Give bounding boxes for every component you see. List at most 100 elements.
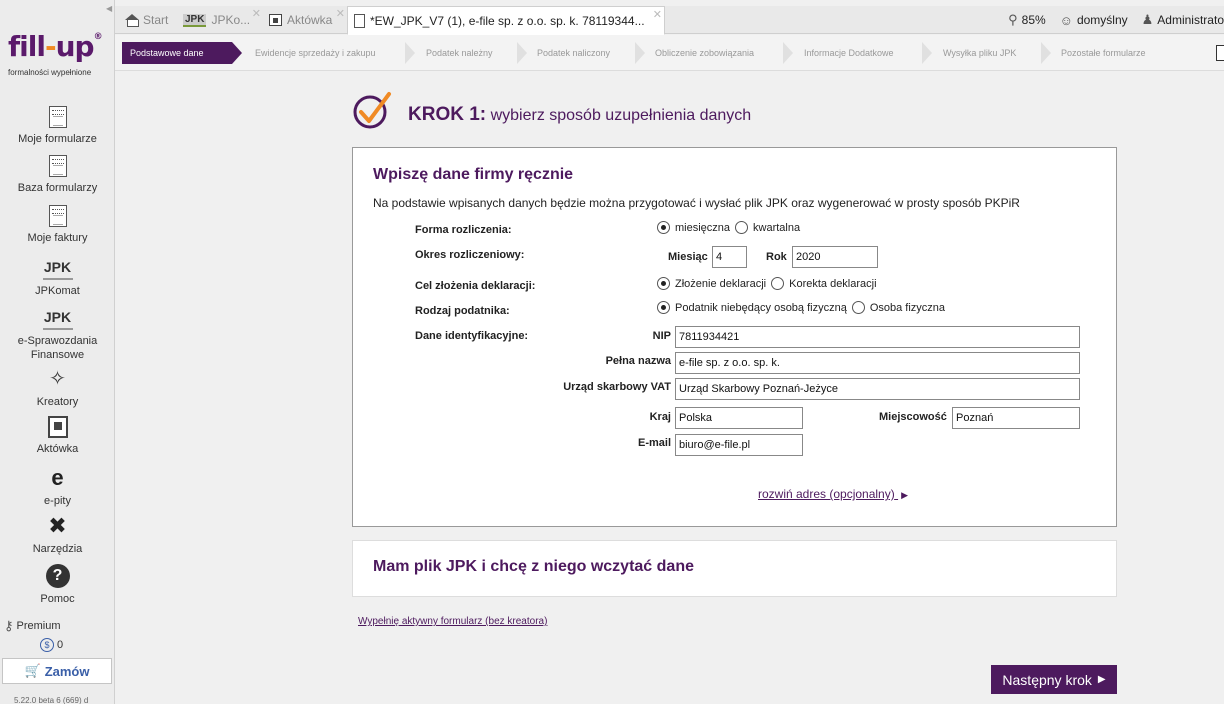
dane-label: Dane identyfikacyjne: xyxy=(415,330,529,342)
miejscowosc-input[interactable]: Poznań xyxy=(952,407,1080,429)
close-tab-icon[interactable]: ✕ xyxy=(653,8,662,21)
okres-label: Okres rozliczeniowy: xyxy=(415,249,525,261)
premium-link[interactable]: ⚷ Premium xyxy=(4,618,61,634)
collapse-sidebar-icon[interactable]: ◀ xyxy=(106,4,112,13)
coin-icon: $ xyxy=(40,638,54,652)
app-version: 5.22.0 beta 6 (669) d xyxy=(14,696,89,704)
coins-balance: $ 0 xyxy=(40,638,63,652)
wand-icon: ✧ xyxy=(49,368,66,390)
sidebar-item-e-sprawozdania[interactable]: JPK e-Sprawozdania Finansowe xyxy=(0,306,115,362)
step-separator xyxy=(405,42,415,64)
tab-start[interactable]: Start xyxy=(119,6,177,34)
rok-input[interactable]: 2020 xyxy=(792,246,878,268)
radio-podatnik[interactable] xyxy=(657,301,670,314)
sidebar-item-label: Moje formularze xyxy=(18,133,97,145)
nip-input[interactable]: 7811934421 xyxy=(675,326,1080,348)
pelna-nazwa-label: Pełna nazwa xyxy=(605,355,671,367)
radio-zlozenie[interactable] xyxy=(657,277,670,290)
urzad-label: Urząd skarbowy VAT xyxy=(563,381,671,393)
pelna-nazwa-input[interactable]: e-file sp. z o.o. sp. k. xyxy=(675,352,1080,374)
help-icon: ? xyxy=(45,564,70,588)
next-step-button[interactable]: Następny krok ▶ xyxy=(991,665,1117,694)
sidebar-item-narzedzia[interactable]: ✖ Narzędzia xyxy=(0,514,115,556)
order-button[interactable]: 🛒 Zamów xyxy=(2,658,112,684)
rok-label: Rok xyxy=(766,251,787,263)
tab-aktowka[interactable]: Aktówka ✕ xyxy=(263,6,347,34)
sidebar-item-label: e-pity xyxy=(44,495,71,507)
no-wizard-link[interactable]: Wypełnię aktywny formularz (bez kreatora… xyxy=(358,616,547,627)
radio-korekta[interactable] xyxy=(771,277,785,290)
checkmark-icon xyxy=(353,92,391,129)
profile-icon: ☺ xyxy=(1059,12,1073,28)
email-input[interactable]: biuro@e-file.pl xyxy=(675,434,803,456)
sidebar: ◀ fill-up® formalności wypełnione Moje f… xyxy=(0,0,115,704)
step-navigation: Podstawowe dane Ewidencje sprzedaży i za… xyxy=(115,35,1224,71)
miesiac-label: Miesiąc xyxy=(668,251,708,263)
page-title: KROK 1: wybierz sposób uzupełnienia dany… xyxy=(408,104,752,125)
urzad-input[interactable]: Urząd Skarbowy Poznań-Jeżyce xyxy=(675,378,1080,400)
radio-kwartalna[interactable] xyxy=(735,221,749,234)
step-informacje[interactable]: Informacje Dodatkowe xyxy=(804,42,894,64)
sidebar-item-label: e-Sprawozdania Finansowe xyxy=(17,335,98,361)
manual-entry-panel: Wpiszę dane firmy ręcznie Na podstawie w… xyxy=(352,147,1117,527)
step-pozostale[interactable]: Pozostałe formularze xyxy=(1061,42,1146,64)
step-obliczenie[interactable]: Obliczenie zobowiązania xyxy=(655,42,754,64)
triangle-right-icon: ▶ xyxy=(901,490,908,500)
sidebar-item-label: Kreatory xyxy=(36,396,79,408)
sidebar-item-label: Moje faktury xyxy=(27,232,88,244)
sidebar-item-my-invoices[interactable]: Moje faktury xyxy=(0,205,115,245)
main-content: KROK 1: wybierz sposób uzupełnienia dany… xyxy=(116,72,1224,704)
step-wysylka[interactable]: Wysyłka pliku JPK xyxy=(943,42,1016,64)
app-logo: fill-up® xyxy=(8,30,103,63)
manual-entry-description: Na podstawie wpisanych danych będzie moż… xyxy=(373,196,1020,210)
miesiac-input[interactable]: 4 xyxy=(712,246,747,268)
sidebar-item-forms-base[interactable]: Baza formularzy xyxy=(0,155,115,195)
sidebar-item-kreatory[interactable]: ✧ Kreatory xyxy=(0,367,115,409)
sidebar-item-label: JPKomat xyxy=(35,285,80,297)
cel-label: Cel złożenia deklaracji: xyxy=(415,280,536,292)
jpk-file-heading[interactable]: Mam plik JPK i chcę z niego wczytać dane xyxy=(373,558,694,576)
step-ewidencje[interactable]: Ewidencje sprzedaży i zakupu xyxy=(255,42,376,64)
rodzaj-label: Rodzaj podatnika: xyxy=(415,305,510,317)
sidebar-item-aktowka[interactable]: Aktówka xyxy=(0,416,115,456)
invoice-icon xyxy=(48,205,67,227)
user-menu[interactable]: ♟ Administrato xyxy=(1142,12,1224,28)
email-label: E-mail xyxy=(637,437,671,449)
miejscowosc-label: Miejscowość xyxy=(879,411,947,423)
sidebar-item-my-forms[interactable]: Moje formularze xyxy=(0,106,115,146)
step-podatek-naliczony[interactable]: Podatek naliczony xyxy=(537,42,610,64)
forma-rozliczenia-group: miesięczna kwartalna xyxy=(657,221,800,234)
jpk-file-panel[interactable]: Mam plik JPK i chcę z niego wczytać dane xyxy=(352,540,1117,597)
sidebar-item-jpkomat[interactable]: JPK JPKomat xyxy=(0,256,115,298)
kraj-label: Kraj xyxy=(649,411,671,423)
tab-jpko[interactable]: JPK JPKo... ✕ xyxy=(177,6,263,34)
close-tab-icon[interactable]: ✕ xyxy=(336,7,345,20)
step-separator xyxy=(783,42,793,64)
forma-rozliczenia-label: Forma rozliczenia: xyxy=(415,224,512,236)
sidebar-item-e-pity[interactable]: e e-pity xyxy=(0,466,115,508)
sidebar-item-label: Narzędzia xyxy=(32,543,83,555)
manual-entry-heading[interactable]: Wpiszę dane firmy ręcznie xyxy=(373,166,573,184)
cel-group: Złożenie deklaracji Korekta deklaracji xyxy=(657,277,877,290)
sidebar-item-pomoc[interactable]: ? Pomoc xyxy=(0,564,115,606)
close-tab-icon[interactable]: ✕ xyxy=(252,7,261,20)
kraj-input[interactable]: Polska xyxy=(675,407,803,429)
radio-osoba-fizyczna[interactable] xyxy=(851,301,865,314)
key-icon: ⚷ xyxy=(4,618,14,633)
profile-selector[interactable]: ☺ domyślny xyxy=(1060,13,1128,28)
tab-ew-jpk-v7[interactable]: *EW_JPK_V7 (1), e-file sp. z o.o. sp. k.… xyxy=(347,6,665,35)
step-podatek-nalezny[interactable]: Podatek należny xyxy=(426,42,493,64)
jpk-icon: JPK xyxy=(183,13,207,27)
step-podstawowe-dane[interactable]: Podstawowe dane xyxy=(122,42,242,64)
zoom-control[interactable]: ⚲ 85% xyxy=(1008,12,1046,28)
expand-address-link[interactable]: rozwiń adres (opcjonalny) ▶ xyxy=(758,487,908,501)
step-separator xyxy=(517,42,527,64)
briefcase-icon xyxy=(47,416,68,438)
home-icon xyxy=(125,14,139,27)
step-separator xyxy=(635,42,645,64)
user-icon: ♟ xyxy=(1141,12,1154,27)
jpk-icon: JPK xyxy=(42,256,73,280)
step-nav-more[interactable] xyxy=(1216,45,1224,61)
radio-miesieczna[interactable] xyxy=(657,221,670,234)
sidebar-item-label: Baza formularzy xyxy=(17,182,98,194)
